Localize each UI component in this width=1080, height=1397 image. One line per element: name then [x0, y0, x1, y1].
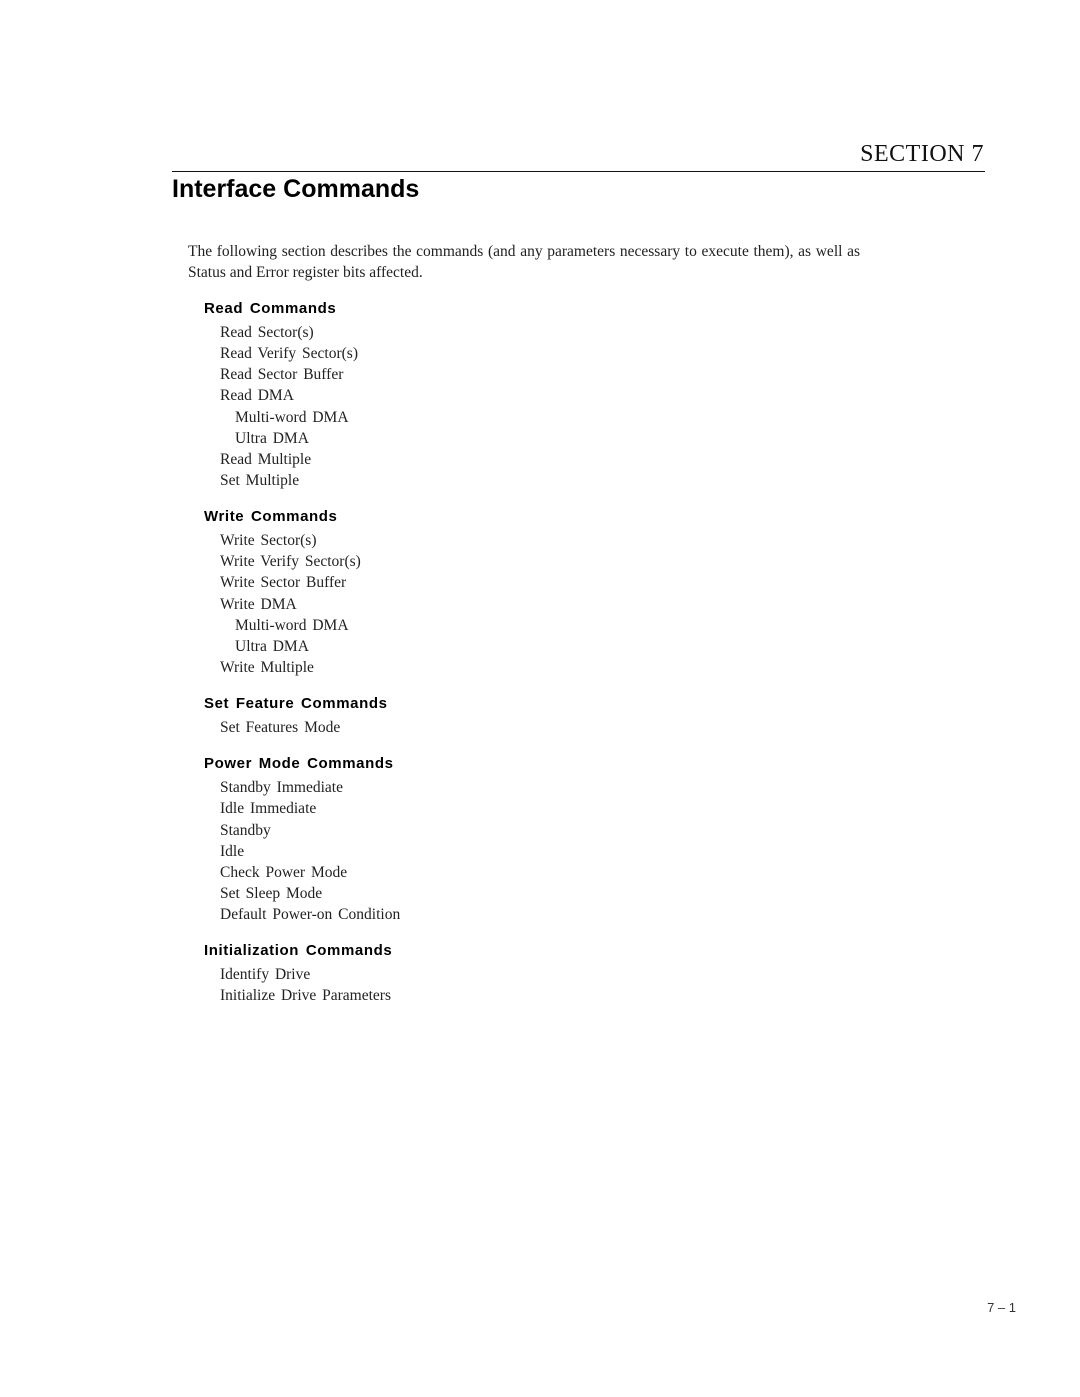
- command-item: Read Sector(s): [220, 324, 314, 341]
- command-item: Set Features Mode: [220, 719, 341, 737]
- command-item: Read DMA: [220, 387, 294, 405]
- group-heading: Read Commands: [204, 300, 337, 317]
- intro-paragraph: The following section describes the comm…: [188, 243, 860, 281]
- command-subitem: Multi-word DMA: [235, 408, 349, 426]
- command-item: Write Verify Sector(s): [220, 553, 361, 571]
- page-title: Interface Commands: [172, 175, 420, 203]
- command-item: Read Verify Sector(s): [220, 345, 359, 363]
- command-list: Standby Immediate Idle Immediate Standby Id…: [204, 777, 400, 925]
- section-label: SECTION 7: [860, 141, 984, 167]
- command-group: Power Mode Commands Standby Immediate Idle…: [204, 753, 400, 925]
- command-item: Read Sector Buffer: [220, 366, 344, 384]
- command-item: Standby: [220, 821, 271, 839]
- command-item: Identify Drive: [220, 966, 311, 984]
- command-list: Read Sector(s) Read Verify Sector(s) Read …: [204, 322, 400, 491]
- command-group: Read Commands Read Sector(s) Read Verify S…: [204, 298, 400, 491]
- command-item: Set Multiple: [220, 471, 300, 489]
- command-item: Default Power-on Condition: [220, 906, 401, 924]
- command-item: Idle: [220, 842, 245, 860]
- command-item: Write Multiple: [220, 658, 314, 676]
- group-heading: Initialization Commands: [204, 942, 393, 960]
- command-item: Initialize Drive Parameters: [220, 987, 391, 1005]
- group-heading: Set Feature Commands: [204, 695, 388, 713]
- command-list: Write Sector(s) Write Verify Sector(s) Wri…: [204, 530, 400, 678]
- command-item: Write DMA: [220, 595, 297, 613]
- command-group: Set Feature Commands Set Features Mode: [204, 693, 400, 738]
- group-heading: Power Mode Commands: [204, 755, 394, 773]
- command-item: Idle Immediate: [220, 800, 317, 818]
- command-list: Identify Drive Initialize Drive Parameter…: [204, 964, 400, 1006]
- command-subitem: Ultra DMA: [235, 429, 309, 447]
- command-item: Standby Immediate: [220, 779, 343, 797]
- command-group: Initialization Commands Identify Drive Ini…: [204, 940, 400, 1006]
- command-group: Write Commands Write Sector(s) Write Verif…: [204, 506, 400, 678]
- command-item: Write Sector(s): [220, 532, 317, 550]
- command-subitem: Multi-word DMA: [235, 616, 349, 634]
- group-heading: Write Commands: [204, 508, 338, 526]
- command-list: Set Features Mode: [204, 717, 400, 738]
- command-item: Read Multiple: [220, 450, 312, 468]
- command-item: Check Power Mode: [220, 863, 348, 881]
- command-subitem: Ultra DMA: [235, 637, 309, 655]
- command-item: Write Sector Buffer: [220, 574, 347, 592]
- header-rule: [172, 171, 985, 172]
- page-number: 7 – 1: [987, 1300, 1016, 1315]
- command-groups: Read Commands Read Sector(s) Read Verify S…: [204, 298, 400, 1022]
- command-item: Set Sleep Mode: [220, 884, 323, 902]
